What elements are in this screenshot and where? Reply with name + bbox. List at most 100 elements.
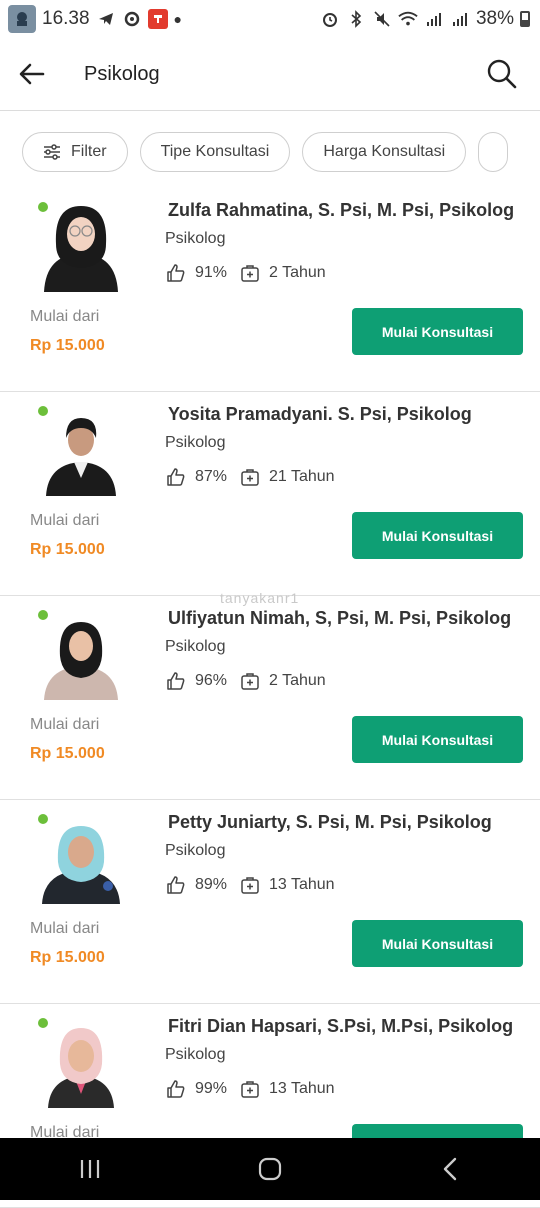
alarm-icon [320, 9, 340, 29]
psychologist-role: Psikolog [165, 230, 226, 247]
telegram-icon [96, 9, 116, 29]
page-title: Psikolog [84, 62, 160, 85]
search-icon [487, 59, 517, 89]
home-icon [258, 1157, 282, 1181]
sync-icon [122, 9, 142, 29]
price-value: Rp 15.000 [30, 541, 105, 558]
price-label: Mulai dari [30, 716, 100, 733]
thumbs-up-icon [165, 874, 187, 896]
start-consultation-button[interactable]: Mulai Konsultasi [352, 512, 523, 559]
start-consultation-button[interactable]: Mulai Konsultasi [352, 716, 523, 763]
avatar [40, 408, 122, 496]
experience-value: 13 Tahun [269, 1080, 335, 1097]
start-consultation-button[interactable]: Mulai Konsultasi [352, 920, 523, 967]
price-value: Rp 15.000 [30, 949, 105, 966]
recent-apps-button[interactable] [60, 1139, 120, 1199]
consultation-type-chip[interactable]: Tipe Konsultasi [139, 132, 291, 172]
psychologist-name: Petty Juniarty, S. Psi, M. Psi, Psikolog [168, 812, 492, 832]
psychologist-list: Zulfa Rahmatina, S. Psi, M. Psi, Psikolo… [0, 188, 540, 1208]
experience-value: 21 Tahun [269, 468, 335, 485]
psychologist-card[interactable]: Ulfiyatun Nimah, S, Psi, M. Psi, Psikolo… [0, 596, 540, 800]
online-indicator [38, 202, 48, 212]
consultation-price-chip-label: Harga Konsultasi [323, 143, 446, 160]
watermark: tanyakanr1 [220, 590, 300, 606]
price-value: Rp 15.000 [30, 745, 105, 762]
experience-value: 2 Tahun [269, 672, 326, 689]
status-time: 16.38 [42, 8, 90, 29]
price-label: Mulai dari [30, 512, 100, 529]
psychologist-role: Psikolog [165, 434, 226, 451]
rating-value: 87% [195, 468, 228, 485]
psychologist-stats: 91% 2 Tahun [165, 262, 326, 284]
status-bar: 16.38 ● 38% [0, 0, 540, 38]
bluetooth-icon [346, 9, 366, 29]
psychologist-role: Psikolog [165, 842, 226, 859]
online-indicator [38, 1018, 48, 1028]
battery-icon [520, 11, 530, 27]
psychologist-card[interactable]: Yosita Pramadyani. S. Psi, Psikolog Psik… [0, 392, 540, 596]
avatar [40, 1020, 122, 1108]
psychologist-stats: 87% 21 Tahun [165, 466, 335, 488]
filter-chips: Filter Tipe Konsultasi Harga Konsultasi [0, 111, 540, 174]
medical-bag-icon [239, 466, 261, 488]
experience-value: 2 Tahun [269, 264, 326, 281]
thumbs-up-icon [165, 1078, 187, 1100]
filter-chip[interactable]: Filter [22, 132, 128, 172]
consultation-price-chip[interactable]: Harga Konsultasi [302, 132, 467, 172]
chevron-left-icon [443, 1157, 457, 1181]
avatar [40, 612, 122, 700]
psychologist-name: Fitri Dian Hapsari, S.Psi, M.Psi, Psikol… [168, 1016, 514, 1036]
thumbs-up-icon [165, 262, 187, 284]
medical-bag-icon [239, 874, 261, 896]
online-indicator [38, 610, 48, 620]
recent-apps-icon [80, 1160, 100, 1178]
signal-icon-2 [450, 9, 470, 29]
sliders-icon [44, 144, 60, 160]
home-button[interactable] [240, 1139, 300, 1199]
psychologist-role: Psikolog [165, 1046, 226, 1063]
wifi-icon [398, 9, 418, 29]
psychologist-stats: 99% 13 Tahun [165, 1078, 335, 1100]
signal-icon [424, 9, 444, 29]
app-notification-icon [8, 5, 36, 33]
search-button[interactable] [484, 56, 520, 92]
app-badge-icon [147, 9, 168, 29]
online-indicator [38, 814, 48, 824]
avatar [40, 816, 122, 904]
online-indicator [38, 406, 48, 416]
filter-chip-label: Filter [71, 143, 107, 160]
more-notifications-dot: ● [173, 11, 183, 27]
rating-value: 91% [195, 264, 228, 281]
back-button[interactable] [0, 38, 64, 110]
rating-value: 99% [195, 1080, 228, 1097]
app-bar: Psikolog [0, 38, 540, 111]
price-label: Mulai dari [30, 308, 100, 325]
mute-icon [372, 9, 392, 29]
thumbs-up-icon [165, 466, 187, 488]
more-filter-chip[interactable] [478, 132, 509, 172]
psychologist-name: Ulfiyatun Nimah, S, Psi, M. Psi, Psikolo… [168, 608, 512, 628]
medical-bag-icon [239, 1078, 261, 1100]
system-navigation-bar [0, 1138, 540, 1200]
medical-bag-icon [239, 670, 261, 692]
psychologist-name: Zulfa Rahmatina, S. Psi, M. Psi, Psikolo… [168, 200, 515, 220]
consultation-type-chip-label: Tipe Konsultasi [160, 143, 270, 160]
psychologist-card[interactable]: Petty Juniarty, S. Psi, M. Psi, Psikolog… [0, 800, 540, 1004]
psychologist-role: Psikolog [165, 638, 226, 655]
price-label: Mulai dari [30, 920, 100, 937]
psychologist-card[interactable]: Zulfa Rahmatina, S. Psi, M. Psi, Psikolo… [0, 188, 540, 392]
psychologist-stats: 89% 13 Tahun [165, 874, 335, 896]
battery-percent: 38% [475, 8, 514, 29]
avatar [40, 204, 122, 292]
start-consultation-button[interactable]: Mulai Konsultasi [352, 308, 523, 355]
psychologist-name: Yosita Pramadyani. S. Psi, Psikolog [168, 404, 472, 424]
medical-bag-icon [239, 262, 261, 284]
experience-value: 13 Tahun [269, 876, 335, 893]
thumbs-up-icon [165, 670, 187, 692]
rating-value: 96% [195, 672, 228, 689]
system-back-button[interactable] [420, 1139, 480, 1199]
rating-value: 89% [195, 876, 228, 893]
psychologist-stats: 96% 2 Tahun [165, 670, 326, 692]
price-value: Rp 15.000 [30, 337, 105, 354]
arrow-left-icon [19, 63, 45, 85]
